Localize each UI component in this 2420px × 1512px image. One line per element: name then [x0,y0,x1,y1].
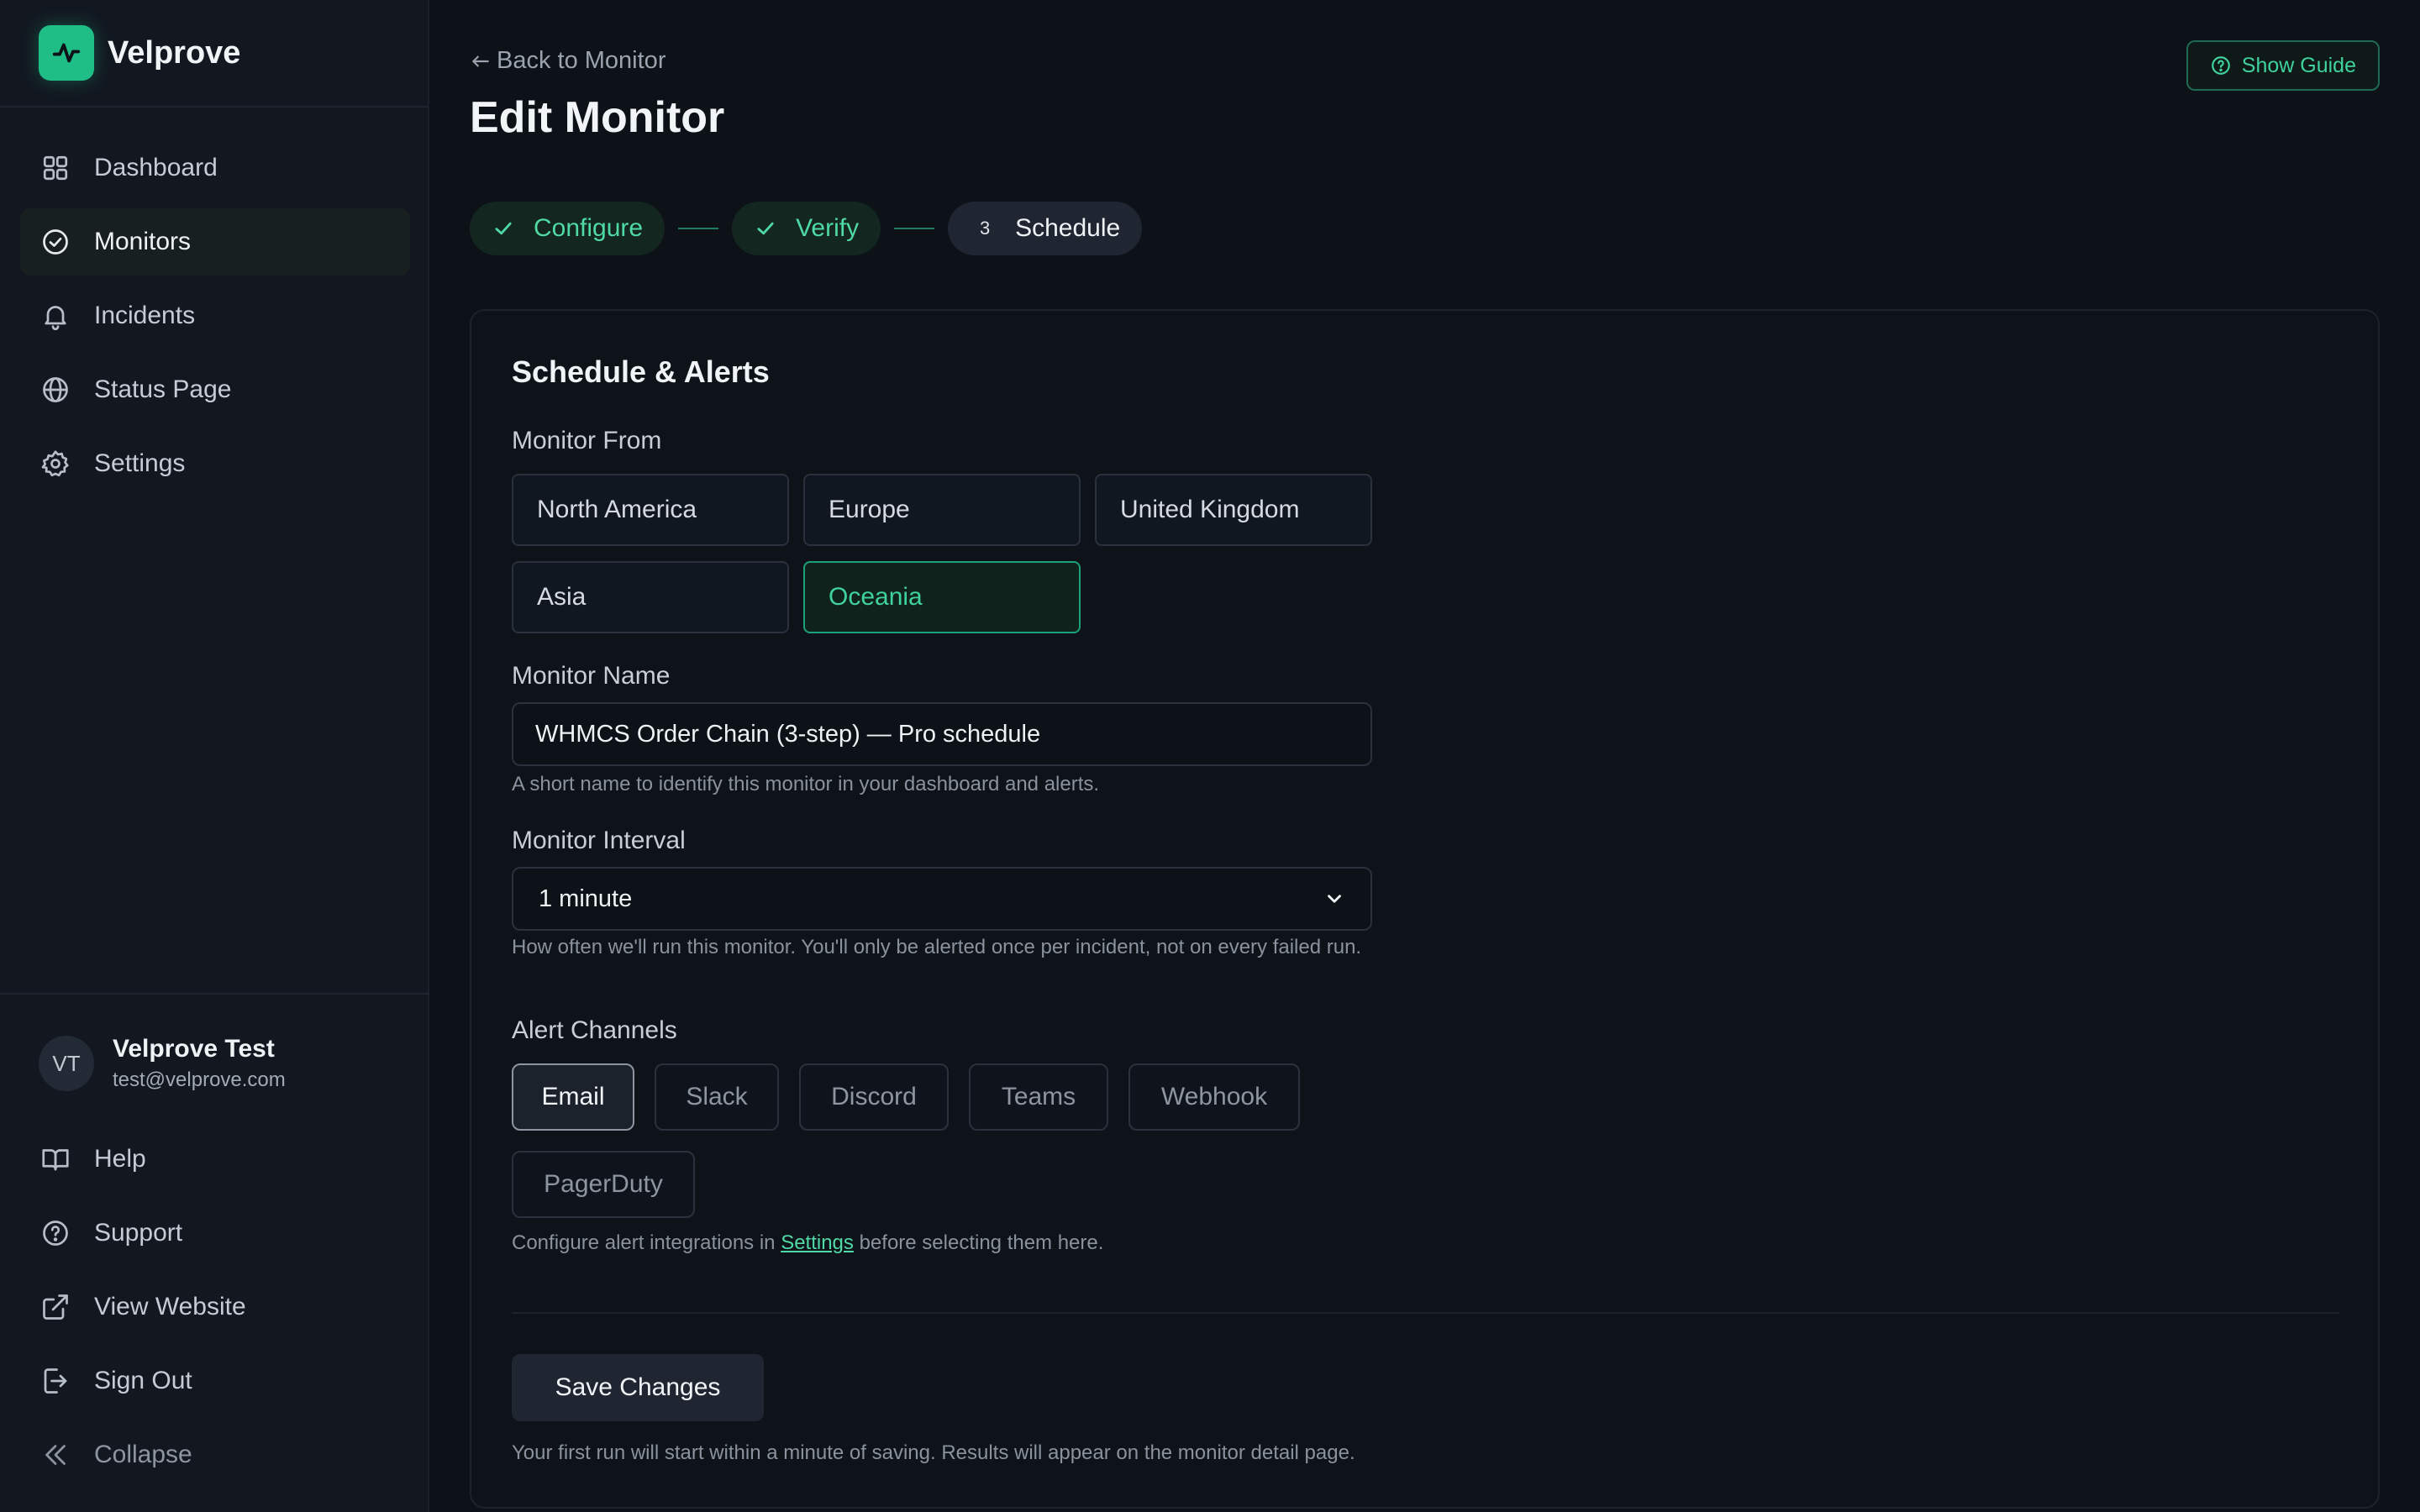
channel-slack[interactable]: Slack [655,1063,779,1131]
save-changes-button[interactable]: Save Changes [512,1354,764,1421]
book-icon [40,1144,71,1174]
page-title: Edit Monitor [470,93,725,142]
sidebar-divider [0,993,429,995]
step-verify[interactable]: Verify [732,202,881,255]
step-configure[interactable]: Configure [470,202,666,255]
channel-pagerduty[interactable]: PagerDuty [512,1151,695,1218]
interval-selected-value: 1 minute [539,885,633,912]
card-divider [512,1312,2339,1314]
brand-name: Velprove [108,34,241,71]
user-name: Velprove Test [113,1035,275,1063]
activity-logo-icon [39,25,94,81]
chevrons-left-icon [40,1440,71,1470]
grid-icon [40,153,71,183]
sidebar-item-label: Settings [94,449,186,477]
region-north-america[interactable]: North America [512,474,789,546]
sidebar-item-help[interactable]: Help [20,1126,410,1193]
step-schedule[interactable]: 3 Schedule [948,202,1143,255]
chevron-down-icon [1328,895,1341,903]
back-link-label: Back to Monitor [497,47,666,74]
sidebar-item-label: Dashboard [94,154,218,181]
main-nav: Dashboard Monitors Incidents Status Page… [20,134,410,504]
sidebar-collapse-button[interactable]: Collapse [20,1421,410,1488]
step-connector [894,228,935,229]
step-label: Verify [796,214,860,242]
region-europe[interactable]: Europe [803,474,1081,546]
user-email: test@velprove.com [113,1068,286,1091]
channel-webhook[interactable]: Webhook [1128,1063,1300,1131]
bottom-nav: Help Support View Website Sign Out Colla… [20,1126,410,1495]
monitor-name-label: Monitor Name [512,662,671,690]
monitor-interval-select[interactable]: 1 minute [512,867,1372,931]
channels-help-suffix: before selecting them here. [859,1231,1104,1254]
back-to-monitor-link[interactable]: Back to Monitor [470,47,666,75]
monitor-interval-help: How often we'll run this monitor. You'll… [512,936,1362,958]
step-label: Configure [534,214,644,242]
channels-help: Configure alert integrations in Settings… [512,1230,1688,1257]
monitor-name-help: A short name to identify this monitor in… [512,773,1100,795]
sidebar-item-settings[interactable]: Settings [20,430,410,497]
stepper: Configure Verify 3 Schedule [470,202,1143,255]
sidebar-item-monitors[interactable]: Monitors [20,208,410,276]
step-connector [678,228,719,229]
sidebar-item-support[interactable]: Support [20,1200,410,1267]
monitor-name-input[interactable] [512,702,1372,766]
settings-link[interactable]: Settings [781,1231,854,1254]
sidebar-item-label: Collapse [94,1441,192,1468]
globe-icon [40,375,71,405]
step-label: Schedule [1015,214,1121,242]
check-icon [757,222,774,235]
channel-email[interactable]: Email [512,1063,634,1131]
sidebar-item-label: Support [94,1219,183,1247]
show-guide-label: Show Guide [2241,53,2356,77]
region-oceania[interactable]: Oceania [803,561,1081,633]
sidebar-item-dashboard[interactable]: Dashboard [20,134,410,202]
sidebar-item-label: View Website [94,1293,246,1320]
schedule-alerts-card: Schedule & Alerts Monitor From North Ame… [470,309,2380,1509]
help-circle-icon [40,1218,71,1248]
card-title: Schedule & Alerts [512,354,770,389]
sidebar-item-view-website[interactable]: View Website [20,1273,410,1341]
brand[interactable]: Velprove [0,0,428,108]
channel-discord[interactable]: Discord [799,1063,949,1131]
user-profile[interactable]: VT Velprove Test test@velprove.com [39,1035,286,1092]
main-content: Back to Monitor Edit Monitor Show Guide … [429,0,2420,1512]
show-guide-button[interactable]: Show Guide [2186,40,2380,91]
avatar: VT [39,1036,94,1091]
sidebar: Velprove Dashboard Monitors Incidents St… [0,0,429,1512]
sidebar-item-status-page[interactable]: Status Page [20,356,410,423]
sidebar-item-sign-out[interactable]: Sign Out [20,1347,410,1415]
external-link-icon [40,1292,71,1322]
alert-channels-label: Alert Channels [512,1016,677,1044]
region-asia[interactable]: Asia [512,561,789,633]
monitor-interval-label: Monitor Interval [512,827,686,854]
channel-teams[interactable]: Teams [969,1063,1108,1131]
sidebar-item-label: Status Page [94,375,232,403]
check-circle-icon [40,227,71,257]
arrow-left-icon [472,55,489,66]
region-united-kingdom[interactable]: United Kingdom [1095,474,1372,546]
channels-help-prefix: Configure alert integrations in [512,1231,776,1254]
sidebar-item-label: Sign Out [94,1367,192,1394]
save-help: Your first run will start within a minut… [512,1441,1355,1464]
help-circle-icon [2211,56,2230,75]
user-info: Velprove Test test@velprove.com [113,1035,286,1092]
sidebar-item-label: Help [94,1145,146,1173]
gear-icon [40,449,71,479]
bell-icon [40,301,71,331]
log-out-icon [40,1366,71,1396]
sidebar-item-label: Incidents [94,302,196,329]
monitor-from-label: Monitor From [512,427,662,454]
sidebar-item-label: Monitors [94,228,192,255]
step-number: 3 [979,218,991,239]
check-icon [495,222,512,235]
sidebar-item-incidents[interactable]: Incidents [20,282,410,349]
